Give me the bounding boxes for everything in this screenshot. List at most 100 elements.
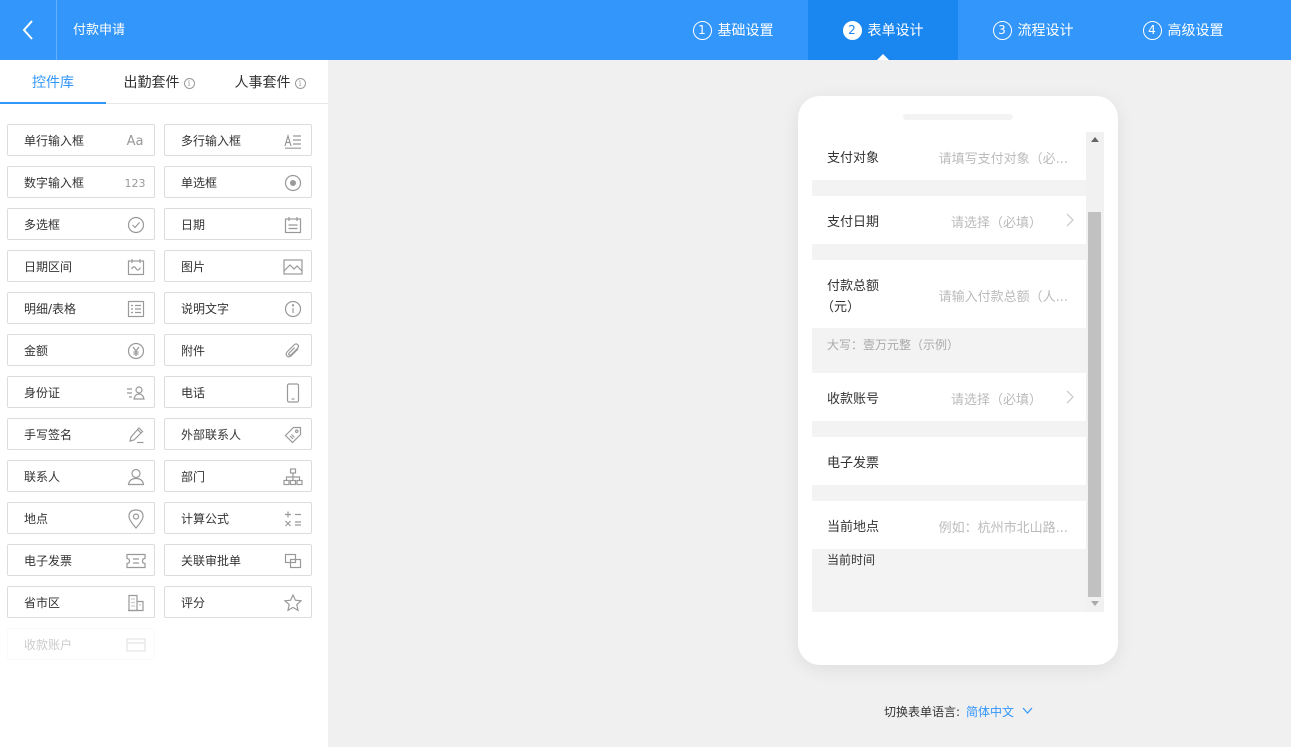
control-date[interactable]: 日期: [164, 208, 312, 240]
step-label: 流程设计: [1017, 23, 1074, 39]
step-number: 4: [1142, 20, 1162, 40]
form-field-e-invoice[interactable]: 电子发票: [812, 437, 1086, 485]
current-time-label: 当前时间: [827, 553, 876, 567]
active-tab-indicator: [0, 102, 106, 104]
field-placeholder: 例如：杭州市北山路...: [938, 521, 1068, 536]
form-field-payment-date[interactable]: 支付日期 请选择（必填）: [812, 196, 1086, 244]
control-label: 多选框: [24, 218, 61, 232]
form-field-total-amount[interactable]: 付款总额 （元） 请输入付款总额（人...: [812, 260, 1086, 328]
star-icon: [283, 593, 303, 613]
tag-icon: [283, 425, 303, 445]
field-placeholder: 请选择（必填）: [950, 216, 1042, 231]
control-radio[interactable]: 单选框: [164, 166, 312, 198]
control-label: 附件: [181, 344, 206, 358]
form-canvas: 支付对象 请填写支付对象（必... 支付日期 请选择（必填） 付款总额 （元） …: [812, 132, 1104, 612]
control-external-contact[interactable]: 外部联系人: [164, 418, 312, 450]
library-tabs: 控件库 出勤套件 i 人事套件 i: [0, 60, 328, 104]
info-icon[interactable]: i: [183, 78, 195, 89]
control-image[interactable]: 图片: [164, 250, 312, 282]
tab-hr-kit[interactable]: 人事套件 i: [212, 60, 328, 104]
control-formula[interactable]: 计算公式: [164, 502, 312, 534]
form-field-account-number[interactable]: 收款账号 请选择（必填）: [812, 373, 1086, 421]
control-label: 金额: [24, 344, 49, 358]
phone-preview: 支付对象 请填写支付对象（必... 支付日期 请选择（必填） 付款总额 （元） …: [798, 96, 1118, 665]
control-province-city-district[interactable]: 省市区: [7, 586, 155, 618]
control-label: 省市区: [24, 596, 61, 610]
link-icon: [283, 551, 303, 571]
control-table[interactable]: 明细/表格: [7, 292, 155, 324]
language-select[interactable]: 简体中文: [966, 705, 1033, 719]
control-label: 外部联系人: [181, 428, 242, 442]
control-single-line-input[interactable]: 单行输入框 Aa: [7, 124, 155, 156]
control-label: 计算公式: [181, 512, 230, 526]
control-library-panel: 控件库 出勤套件 i 人事套件 i 单行输入框 Aa 多行输入框 数字输入框 123…: [0, 60, 328, 747]
back-button[interactable]: [0, 0, 57, 60]
table-icon: [126, 299, 146, 319]
control-label: 身份证: [24, 386, 61, 400]
control-label: 日期区间: [24, 260, 73, 274]
person-icon: [126, 467, 146, 487]
ticket-icon: [126, 551, 146, 571]
step-form-design[interactable]: 2 表单设计: [808, 0, 958, 60]
field-label: 支付对象: [827, 151, 880, 166]
field-label: 当前地点: [827, 520, 880, 535]
control-label: 部门: [181, 470, 206, 484]
control-multi-line-input[interactable]: 多行输入框: [164, 124, 312, 156]
control-attachment[interactable]: 附件: [164, 334, 312, 366]
field-label: 电子发票: [827, 456, 880, 471]
control-label: 图片: [181, 260, 206, 274]
org-chart-icon: [283, 467, 303, 487]
control-date-range[interactable]: 日期区间: [7, 250, 155, 282]
step-label: 表单设计: [867, 23, 924, 39]
step-number: 2: [842, 20, 862, 40]
control-signature[interactable]: 手写签名: [7, 418, 155, 450]
control-location[interactable]: 地点: [7, 502, 155, 534]
control-e-invoice[interactable]: 电子发票: [7, 544, 155, 576]
chevron-right-icon: [1066, 213, 1074, 227]
form-field-payee[interactable]: 支付对象 请填写支付对象（必...: [812, 132, 1086, 180]
info-icon: [283, 299, 303, 319]
scroll-down-arrow-icon[interactable]: [1091, 601, 1099, 606]
scroll-up-arrow-icon[interactable]: [1091, 137, 1099, 142]
control-phone[interactable]: 电话: [164, 376, 312, 408]
tab-label: 出勤套件: [123, 75, 180, 91]
step-label: 高级设置: [1167, 23, 1224, 39]
info-icon[interactable]: i: [294, 78, 306, 89]
control-payee-account[interactable]: 收款账户: [7, 628, 155, 660]
form-language-switcher: 切换表单语言: 简体中文: [884, 703, 1033, 720]
field-placeholder: 请填写支付对象（必...: [938, 152, 1068, 167]
form-field-current-location[interactable]: 当前地点 例如：杭州市北山路...: [812, 501, 1086, 549]
building-icon: [126, 593, 146, 613]
location-icon: [126, 509, 146, 529]
control-rating[interactable]: 评分: [164, 586, 312, 618]
field-placeholder: 请选择（必填）: [950, 393, 1042, 408]
control-number-input[interactable]: 数字输入框 123: [7, 166, 155, 198]
field-label-unit: （元）: [821, 300, 861, 315]
form-scrollbar[interactable]: [1086, 132, 1104, 612]
control-label: 明细/表格: [24, 302, 77, 316]
scroll-thumb[interactable]: [1088, 212, 1101, 597]
control-label: 地点: [24, 512, 49, 526]
control-id-card[interactable]: 身份证: [7, 376, 155, 408]
field-label: 支付日期: [827, 215, 880, 230]
image-icon: [283, 257, 303, 277]
control-label: 单行输入框: [24, 134, 85, 148]
control-contact[interactable]: 联系人: [7, 460, 155, 492]
control-related-approval[interactable]: 关联审批单: [164, 544, 312, 576]
control-checkbox[interactable]: 多选框: [7, 208, 155, 240]
step-basic-settings[interactable]: 1 基础设置: [658, 0, 808, 60]
tab-control-library[interactable]: 控件库: [0, 60, 106, 104]
language-label: 切换表单语言:: [884, 705, 961, 719]
control-department[interactable]: 部门: [164, 460, 312, 492]
app-title: 付款申请: [73, 23, 126, 38]
number-123-icon: 123: [124, 176, 146, 190]
control-label: 电话: [181, 386, 206, 400]
control-amount[interactable]: 金额: [7, 334, 155, 366]
control-description-text[interactable]: 说明文字: [164, 292, 312, 324]
step-process-design[interactable]: 3 流程设计: [958, 0, 1108, 60]
step-advanced-settings[interactable]: 4 高级设置: [1108, 0, 1258, 60]
formula-icon: [283, 509, 303, 529]
card-icon: [126, 635, 146, 655]
tab-attendance-kit[interactable]: 出勤套件 i: [106, 60, 212, 104]
id-card-icon: [126, 383, 146, 403]
